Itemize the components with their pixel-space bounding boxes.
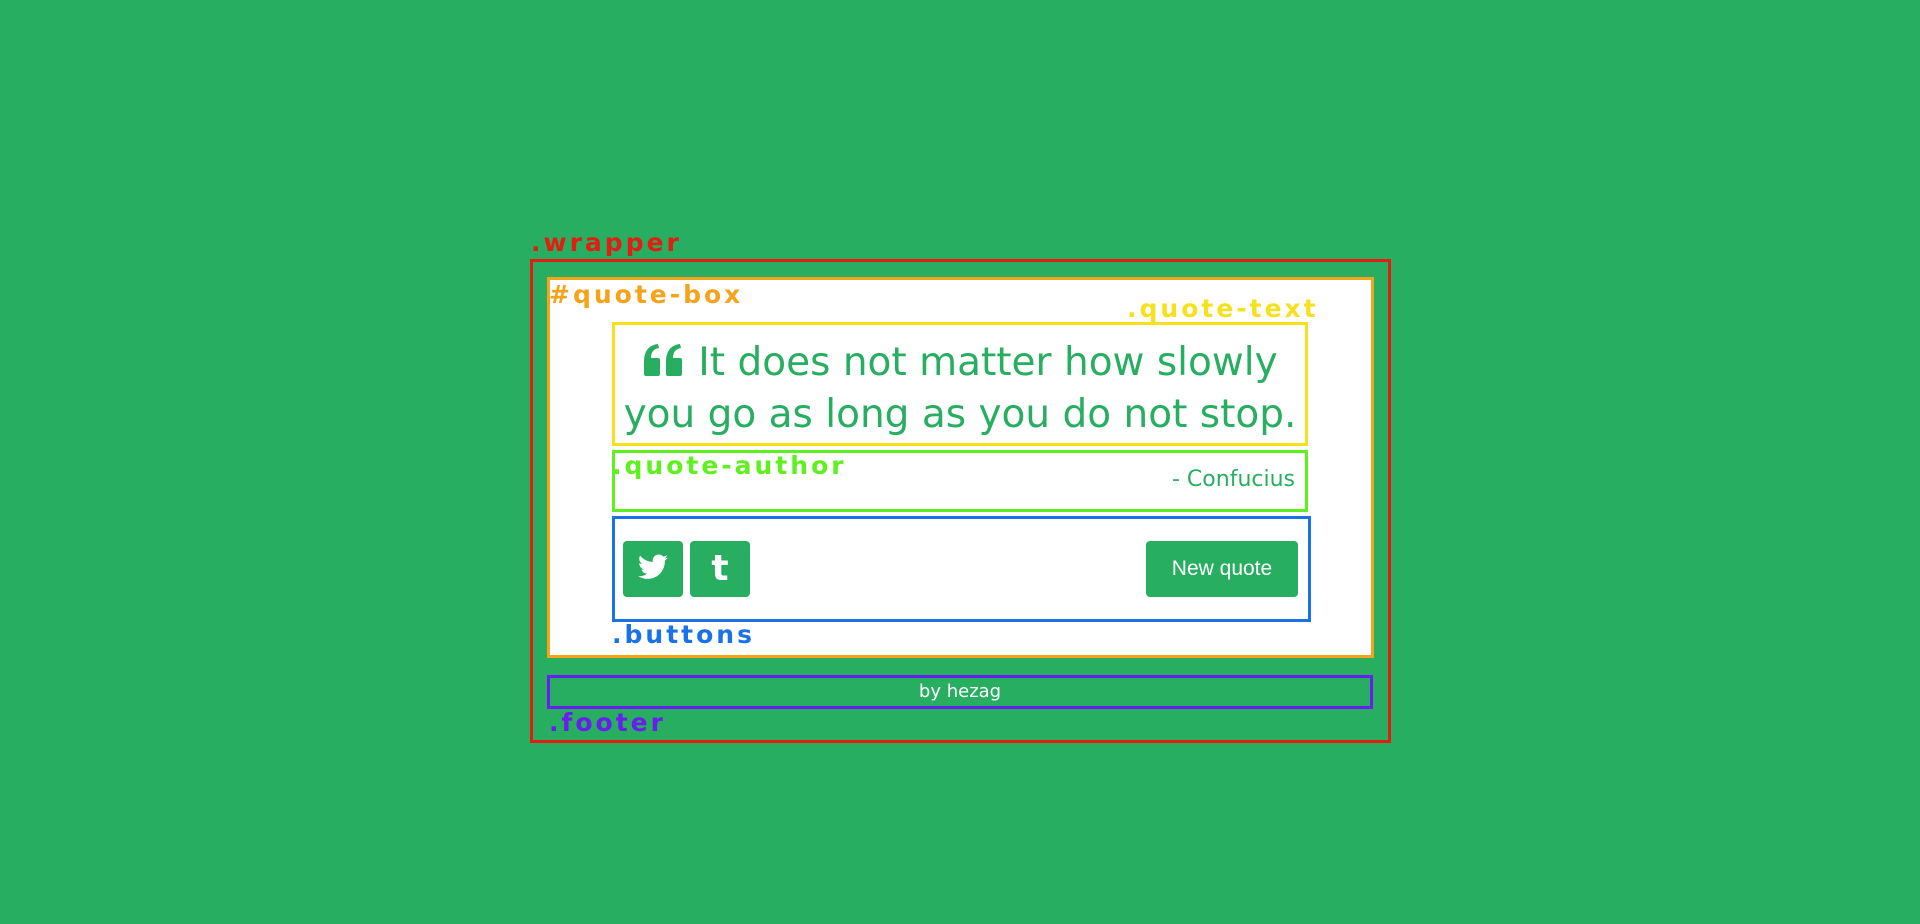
quote-text-content: It does not matter how slowly you go as … xyxy=(623,340,1297,437)
new-quote-button[interactable]: New quote xyxy=(1146,541,1298,597)
buttons-debug-label: .buttons xyxy=(612,620,755,649)
quote-text: It does not matter how slowly you go as … xyxy=(612,322,1308,446)
wrapper-debug-label: .wrapper xyxy=(531,228,682,257)
footer-debug-label: .footer xyxy=(549,708,666,737)
footer-credit: by hezag xyxy=(918,681,1002,702)
page: .wrapper #quote-box .quote-text It does … xyxy=(0,0,1920,924)
quote-left-icon xyxy=(642,341,684,390)
quote-box-debug-label: #quote-box xyxy=(549,280,744,309)
footer: by hezag xyxy=(547,675,1373,709)
tumblr-quote-button[interactable]: t xyxy=(690,541,750,597)
quote-author-name: - Confucius xyxy=(1172,467,1295,492)
twitter-icon xyxy=(638,554,668,585)
quote-author-debug-label: .quote-author xyxy=(612,451,847,480)
new-quote-label: New quote xyxy=(1171,557,1273,580)
quote-text-debug-label: .quote-text xyxy=(1127,294,1319,323)
tumblr-icon: t xyxy=(711,548,729,589)
tweet-quote-button[interactable] xyxy=(623,541,683,597)
